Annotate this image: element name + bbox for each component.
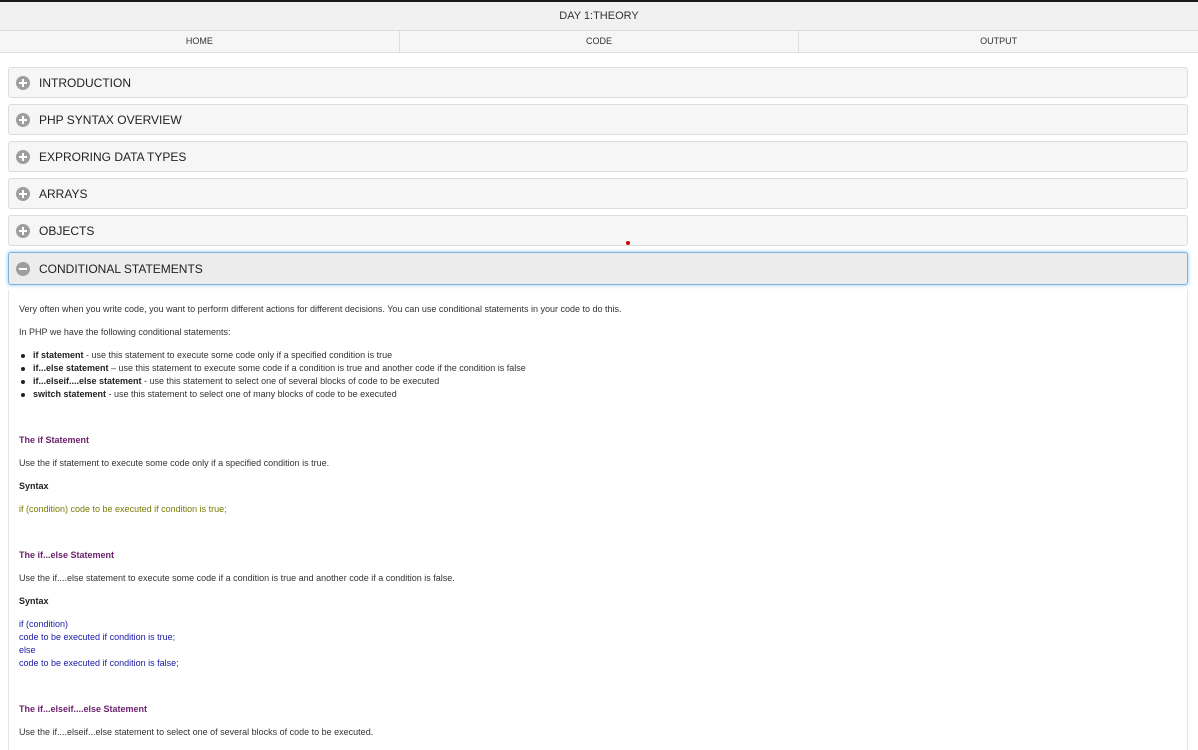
plus-circle-icon — [16, 113, 30, 127]
accordion-header-objects[interactable]: OBJECTS — [8, 215, 1188, 246]
syntax-label: Syntax — [19, 481, 49, 491]
plus-circle-icon — [16, 150, 30, 164]
accordion-header-label: INTRODUCTION — [39, 76, 131, 90]
list-item: switch statement - use this statement to… — [21, 389, 397, 399]
accordion-header-conditional-statements[interactable]: CONDITIONAL STATEMENTS — [8, 252, 1188, 285]
nav-code-tab[interactable]: CODE — [400, 31, 800, 52]
list-item: if...elseif....else statement - use this… — [20, 376, 440, 386]
accordion-header-php-syntax-overview[interactable]: PHP SYNTAX OVERVIEW — [8, 104, 1188, 135]
code-line: if (condition) — [19, 619, 69, 629]
intro-paragraph-2: In PHP we have the following conditional… — [19, 327, 231, 337]
plus-circle-icon — [16, 76, 30, 90]
list-item: if...else statement – use this statement… — [21, 363, 526, 373]
list-item-desc: – use this statement to execute some cod… — [108, 363, 526, 373]
intro-paragraph: Very often when you write code, you want… — [19, 304, 622, 314]
plus-circle-icon — [16, 187, 30, 201]
accordion-header-label: PHP SYNTAX OVERVIEW — [39, 113, 182, 127]
code-line: code to be executed if condition is fals… — [19, 658, 179, 668]
section-heading-ifelseif: The if...elseif....else Statement — [19, 704, 148, 714]
accordion: INTRODUCTION PHP SYNTAX OVERVIEW EXPRORI… — [8, 67, 1188, 291]
accordion-header-data-types[interactable]: EXPRORING DATA TYPES — [8, 141, 1188, 172]
nav-home-tab[interactable]: HOME — [0, 31, 400, 52]
section-text-ifelse: Use the if....else statement to execute … — [19, 573, 455, 583]
nav-bar: HOME CODE OUTPUT — [0, 30, 1198, 53]
accordion-header-introduction[interactable]: INTRODUCTION — [8, 67, 1188, 98]
list-item-desc: - use this statement to select one of ma… — [106, 389, 397, 399]
accordion-panel-conditional-statements: Very often when you write code, you want… — [8, 290, 1188, 750]
list-item-term: if...else statement — [33, 363, 109, 373]
list-item-term: if...elseif....else statement — [33, 376, 142, 386]
section-heading-ifelse: The if...else Statement — [19, 550, 115, 560]
page-title: DAY 1:THEORY — [0, 2, 1198, 30]
accordion-header-label: CONDITIONAL STATEMENTS — [39, 262, 203, 276]
list-item-desc: - use this statement to select one of se… — [141, 376, 440, 386]
accordion-header-arrays[interactable]: ARRAYS — [8, 178, 1188, 209]
section-text-if: Use the if statement to execute some cod… — [19, 458, 330, 468]
list-item: if statement - use this statement to exe… — [20, 350, 393, 360]
cursor-dot — [626, 241, 630, 245]
section-heading-if: The if Statement — [19, 435, 90, 445]
list-item-term: if statement — [33, 350, 84, 360]
syntax-label: Syntax — [19, 596, 49, 606]
minus-circle-icon — [16, 262, 30, 276]
section-text-ifelseif: Use the if....elseif...else statement to… — [19, 727, 374, 737]
plus-circle-icon — [16, 224, 30, 238]
accordion-header-label: OBJECTS — [39, 224, 95, 238]
nav-output-tab[interactable]: OUTPUT — [799, 31, 1198, 52]
code-line: code to be executed if condition is true… — [19, 632, 176, 642]
accordion-header-label: ARRAYS — [39, 187, 88, 201]
list-item-desc: - use this statement to execute some cod… — [83, 350, 393, 360]
code-line: else — [19, 645, 36, 655]
list-item-term: switch statement — [33, 389, 107, 399]
accordion-header-label: EXPRORING DATA TYPES — [39, 150, 187, 164]
code-snippet: if (condition) code to be executed if co… — [19, 504, 227, 514]
